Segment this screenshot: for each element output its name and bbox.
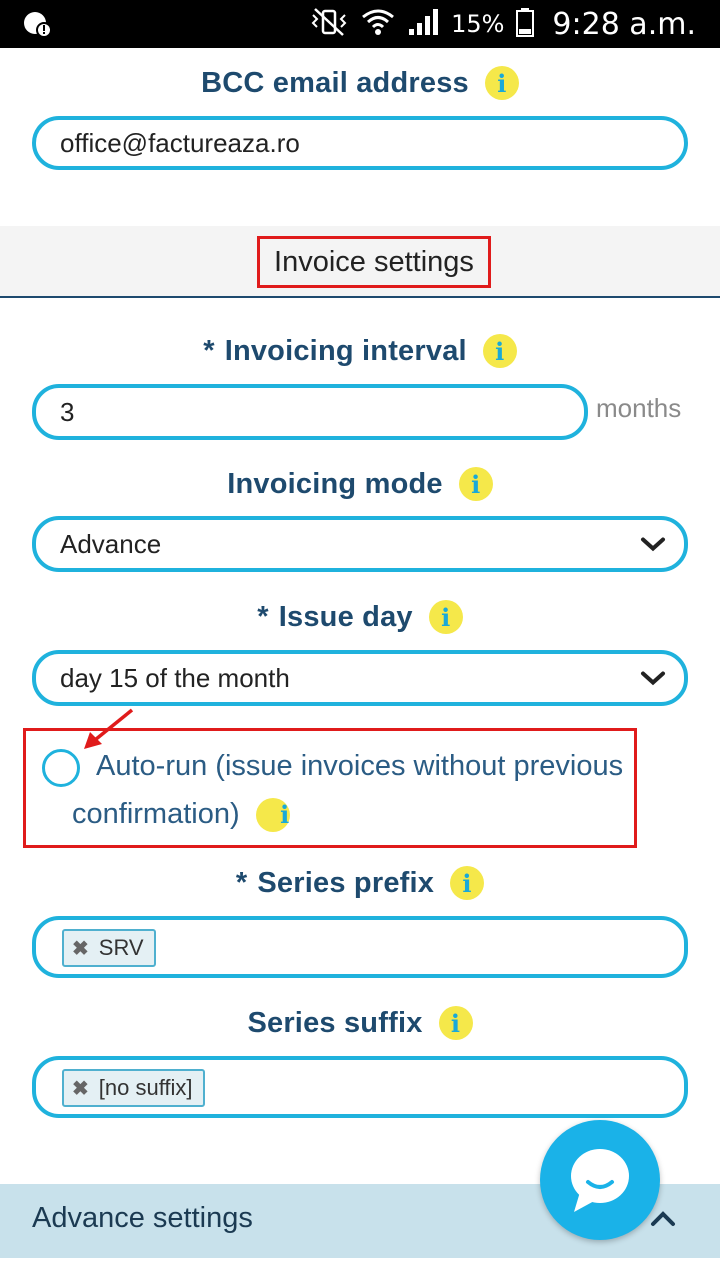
series-suffix-tag-text: [no suffix] — [98, 1075, 193, 1100]
autorun-label[interactable]: Auto-run (issue invoices without previou… — [72, 742, 632, 838]
issue-day-select[interactable]: day 15 of the month — [32, 650, 688, 706]
remove-tag-icon[interactable]: ✖ — [72, 1076, 89, 1101]
required-mark: * — [203, 334, 215, 367]
chevron-down-icon — [640, 529, 666, 560]
series-prefix-label: * Series prefix i — [0, 866, 720, 900]
chat-bubble-icon — [571, 1149, 629, 1212]
bcc-label-text: BCC email address — [201, 66, 469, 99]
autorun-label-text: Auto-run (issue invoices without previou… — [72, 750, 624, 830]
bcc-email-value: office@factureaza.ro — [60, 127, 300, 158]
required-mark: * — [235, 866, 248, 899]
series-suffix-tag: ✖ [no suffix] — [62, 1069, 205, 1107]
section-title-text: Invoice settings — [274, 245, 474, 278]
invoicing-interval-value: 3 — [60, 396, 75, 427]
info-icon[interactable]: i — [484, 66, 519, 100]
series-prefix-tag: ✖ SRV — [62, 929, 156, 967]
info-icon[interactable]: i — [458, 467, 493, 501]
info-icon[interactable]: i — [482, 334, 517, 368]
series-suffix-label-text: Series suffix — [247, 1006, 423, 1039]
invoicing-mode-label: Invoicing mode i — [0, 467, 720, 501]
chevron-down-icon — [640, 663, 666, 694]
invoicing-mode-select[interactable]: Advance — [32, 516, 688, 572]
signal-icon — [407, 7, 439, 41]
info-icon[interactable]: i — [428, 600, 463, 634]
clock: 9:28 a.m. — [552, 6, 696, 42]
interval-unit: months — [596, 393, 682, 423]
status-bar: 15% 9:28 a.m. — [0, 0, 720, 48]
wifi-icon — [361, 7, 395, 41]
invoicing-mode-value: Advance — [60, 528, 162, 559]
chat-button[interactable] — [540, 1120, 660, 1240]
vibrate-mute-icon — [309, 7, 349, 41]
info-icon[interactable]: i — [450, 866, 485, 900]
remove-tag-icon[interactable]: ✖ — [72, 936, 89, 961]
section-title: Invoice settings — [257, 236, 491, 288]
bcc-email-field[interactable]: office@factureaza.ro — [32, 116, 688, 170]
page-bottom — [0, 1258, 720, 1280]
series-suffix-label: Series suffix i — [0, 1006, 720, 1040]
required-mark: * — [257, 600, 269, 633]
invoicing-interval-input[interactable]: 3 — [32, 384, 588, 440]
bcc-label: BCC email address i — [0, 66, 720, 100]
battery-percent: 15% — [451, 10, 505, 38]
advance-settings-label: Advance settings — [32, 1202, 253, 1234]
series-prefix-tag-text: SRV — [98, 935, 144, 960]
issue-day-value: day 15 of the month — [60, 662, 290, 693]
info-icon[interactable]: i — [255, 798, 290, 833]
issue-day-label: * Issue day i — [0, 600, 720, 634]
invoicing-interval-label: * Invoicing interval i — [0, 334, 720, 368]
info-icon[interactable]: i — [438, 1006, 473, 1040]
battery-icon — [516, 7, 535, 41]
invoicing-interval-label-text: Invoicing interval — [224, 334, 467, 367]
issue-day-label-text: Issue day — [278, 600, 413, 633]
location-alert-icon — [22, 10, 56, 44]
invoicing-mode-label-text: Invoicing mode — [227, 467, 443, 500]
series-prefix-label-text: Series prefix — [257, 866, 435, 899]
